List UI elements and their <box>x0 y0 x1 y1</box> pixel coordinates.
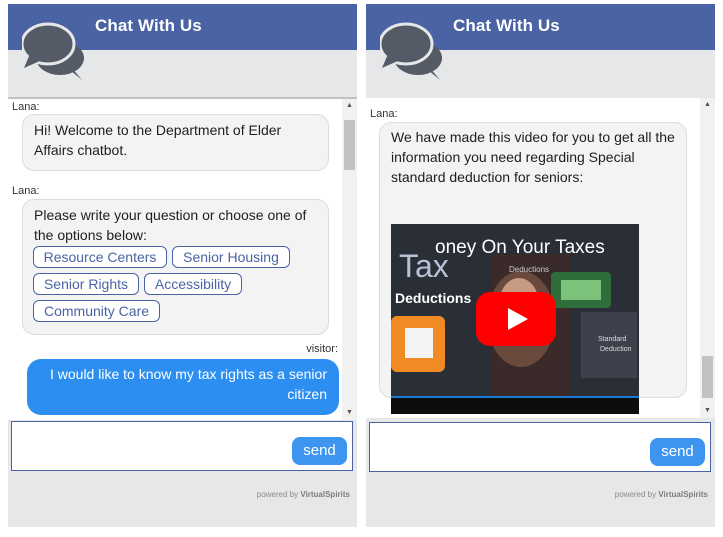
chat-widget-left: Chat With Us Lana: Hi! Welcome to the De… <box>8 4 357 527</box>
message-sender: Lana: <box>12 185 40 197</box>
chat-widget-right: Chat With Us Lana: We have made this vid… <box>366 4 715 527</box>
message-input[interactable]: send <box>369 422 711 472</box>
powered-prefix: powered by <box>614 490 657 499</box>
message-text: I would like to know my tax rights as a … <box>49 366 327 402</box>
message-text: Hi! Welcome to the Department of Elder A… <box>34 122 282 158</box>
play-icon <box>508 308 528 330</box>
bot-message: We have made this video for you to get a… <box>379 122 687 414</box>
bot-message: Hi! Welcome to the Department of Elder A… <box>22 114 329 171</box>
scroll-down-icon[interactable]: ▼ <box>700 404 715 418</box>
powered-brand[interactable]: VirtualSpirits <box>300 490 350 499</box>
option-community-care[interactable]: Community Care <box>33 300 160 322</box>
scroll-down-icon[interactable]: ▼ <box>342 406 357 420</box>
option-resource-centers[interactable]: Resource Centers <box>33 246 167 268</box>
option-senior-rights[interactable]: Senior Rights <box>33 273 139 295</box>
send-button[interactable]: send <box>650 438 705 466</box>
message-sender: Lana: <box>12 101 40 113</box>
chat-bubbles-icon <box>22 22 84 80</box>
bot-message: Please write your question or choose one… <box>22 199 329 335</box>
option-senior-housing[interactable]: Senior Housing <box>172 246 290 268</box>
send-button[interactable]: send <box>292 437 347 465</box>
message-sender: Lana: <box>370 108 398 120</box>
powered-by[interactable]: powered by VirtualSpirits <box>615 490 708 499</box>
message-text: Please write your question or choose one… <box>34 207 307 243</box>
video-title: oney On Your Taxes <box>435 237 605 258</box>
video-small-label: Deduction <box>600 346 632 353</box>
message-list[interactable]: Lana: We have made this video for you to… <box>366 98 715 418</box>
powered-brand[interactable]: VirtualSpirits <box>658 490 708 499</box>
video-player[interactable]: oney On Your Taxes Tax Deductions Deduct… <box>391 224 639 414</box>
chat-title: Chat With Us <box>453 16 560 35</box>
scrollbar[interactable]: ▲ ▼ <box>700 98 715 418</box>
video-small-label: Deductions <box>509 265 550 274</box>
option-accessibility[interactable]: Accessibility <box>144 273 242 295</box>
visitor-message: I would like to know my tax rights as a … <box>27 359 339 415</box>
message-list[interactable]: Lana: Hi! Welcome to the Department of E… <box>8 97 357 420</box>
powered-prefix: powered by <box>256 490 299 499</box>
chat-title: Chat With Us <box>95 16 202 35</box>
scroll-thumb[interactable] <box>702 356 713 398</box>
play-button[interactable] <box>476 292 556 346</box>
chat-bubbles-icon <box>380 22 442 80</box>
video-overlay-word: Tax <box>399 248 449 284</box>
scroll-up-icon[interactable]: ▲ <box>342 99 357 113</box>
message-text: We have made this video for you to get a… <box>391 129 675 185</box>
video-overlay-word: Deductions <box>395 290 472 306</box>
scrollbar[interactable]: ▲ ▼ <box>342 99 357 420</box>
scroll-thumb[interactable] <box>344 120 355 170</box>
message-input[interactable]: send <box>11 421 353 471</box>
powered-by[interactable]: powered by VirtualSpirits <box>257 490 350 499</box>
scroll-up-icon[interactable]: ▲ <box>700 98 715 112</box>
video-bottom-bar <box>391 398 639 414</box>
message-sender: visitor: <box>306 343 338 355</box>
